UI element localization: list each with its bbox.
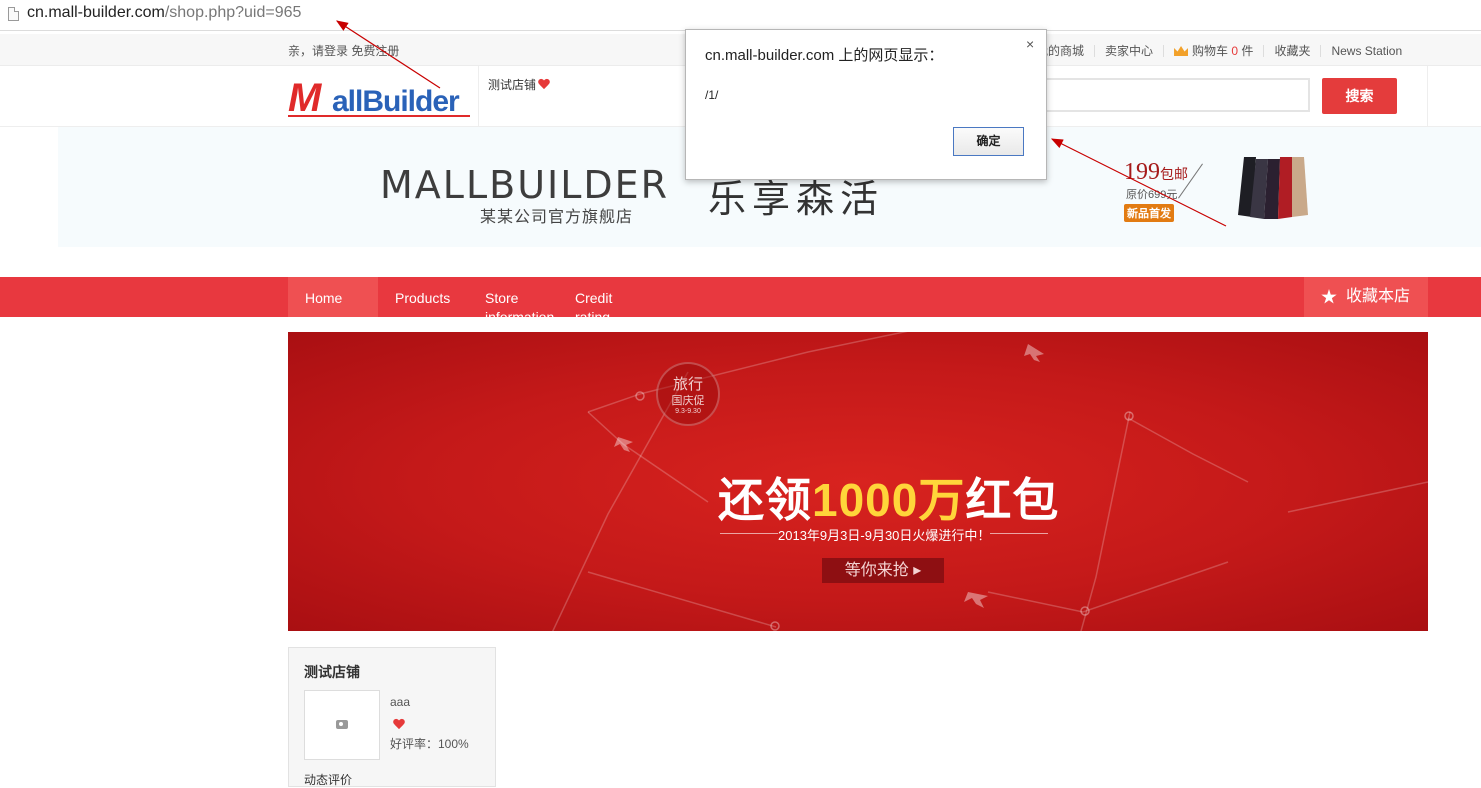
store-nav-bar <box>0 277 1481 317</box>
logo-text: allBuilder <box>332 85 460 118</box>
dialog-title: cn.mall-builder.com 上的网页显示： <box>705 47 944 64</box>
ok-button[interactable]: 确定 <box>953 127 1024 156</box>
nav-store-information[interactable]: Store information <box>468 277 558 317</box>
jeans-product-image <box>1238 157 1308 219</box>
alert-dialog: cn.mall-builder.com 上的网页显示： × /1/ 确定 <box>685 29 1047 180</box>
url-path: /shop.php?uid=965 <box>164 4 302 21</box>
heart-icon <box>538 79 550 90</box>
header-shop-name[interactable]: 测试店铺 <box>488 76 550 93</box>
divider <box>1263 45 1265 57</box>
heart-icon <box>393 719 405 730</box>
shop-owner-name[interactable]: aaa <box>390 695 410 709</box>
headline-amount: 1000万 <box>812 474 966 526</box>
shop-avatar[interactable] <box>304 690 380 760</box>
shop-name-text: 测试店铺 <box>488 78 537 92</box>
top-links: 我的商城 卖家中心 购物车 0 件收藏夹 News Station <box>1036 42 1402 59</box>
promo-headline: 还领1000万红包 <box>718 464 1059 530</box>
promo-subtitle: 2013年9月3日-9月30日火爆进行中！ <box>778 528 991 543</box>
shop-rating: 好评率：100% <box>390 737 469 751</box>
close-icon[interactable]: × <box>1026 36 1034 52</box>
cart-crown-icon <box>1174 46 1189 56</box>
promo-banner[interactable]: 旅行 国庆促 9.3-9.30 还领1000万红包 2013年9月3日-9月30… <box>288 332 1428 631</box>
shop-card-title: 测试店铺 <box>304 664 360 680</box>
divider <box>1094 45 1096 57</box>
shop-level <box>391 716 405 734</box>
divider <box>1320 45 1322 57</box>
travel-seal: 旅行 国庆促 9.3-9.30 <box>656 362 720 426</box>
subtitle-line-right <box>990 533 1048 534</box>
cart-unit: 件 <box>1241 44 1254 58</box>
promo-original-price: 原价699元 <box>1126 189 1178 201</box>
seller-center-link[interactable]: 卖家中心 <box>1105 44 1153 58</box>
dialog-message: /1/ <box>705 88 719 102</box>
subtitle-line-left <box>720 533 778 534</box>
seal-line3: 9.3-9.30 <box>675 408 701 415</box>
favorite-store-label: 收藏本店 <box>1346 288 1411 305</box>
promo-price: 199包邮 <box>1124 159 1188 186</box>
seal-line1: 旅行 <box>672 376 703 393</box>
brand-name: MALLBUILDER <box>380 163 670 207</box>
cart-link[interactable]: 购物车 0 件 <box>1174 44 1253 58</box>
headline-part2: 红包 <box>965 474 1060 526</box>
shop-info-card: 测试店铺 aaa 好评率：100% 动态评价 <box>288 647 496 787</box>
mallbuilder-logo[interactable]: M allBuilder <box>288 76 470 120</box>
camera-icon <box>336 720 348 729</box>
search-input[interactable] <box>1040 78 1310 112</box>
star-icon <box>1321 289 1337 304</box>
nav-products[interactable]: Products <box>378 277 468 317</box>
nav-credit-rating[interactable]: Credit rating <box>558 277 648 317</box>
search-button[interactable]: 搜索 <box>1322 78 1397 114</box>
page-icon <box>8 7 19 21</box>
promo-new-tag: 新品首发 <box>1124 204 1174 222</box>
promo-price-suffix: 包邮 <box>1160 168 1188 183</box>
login-register-link[interactable]: 亲，请登录 免费注册 <box>288 42 399 59</box>
url-text[interactable]: cn.mall-builder.com/shop.php?uid=965 <box>27 4 301 22</box>
favorites-link[interactable]: 收藏夹 <box>1274 44 1310 58</box>
seal-line2: 国庆促 <box>671 395 705 407</box>
favorite-store-button[interactable]: 收藏本店 <box>1304 277 1428 317</box>
headline-part1: 还领 <box>718 474 812 526</box>
promo-grab-button[interactable]: 等你来抢 ▸ <box>822 558 944 583</box>
header-divider-right <box>1427 66 1428 126</box>
brand-subtitle: 某某公司官方旗舰店 <box>480 209 634 226</box>
logo-underline <box>288 115 470 117</box>
address-bar[interactable]: cn.mall-builder.com/shop.php?uid=965 <box>0 0 1481 31</box>
header-divider <box>478 66 479 126</box>
cart-count: 0 <box>1231 44 1239 58</box>
divider <box>1163 45 1165 57</box>
url-host: cn.mall-builder.com <box>27 4 165 21</box>
news-station-link[interactable]: News Station <box>1331 44 1402 58</box>
promo-price-value: 199 <box>1124 159 1160 185</box>
cart-label: 购物车 <box>1192 44 1229 58</box>
dynamic-rating-label: 动态评价 <box>304 773 353 787</box>
nav-home[interactable]: Home <box>288 277 378 317</box>
